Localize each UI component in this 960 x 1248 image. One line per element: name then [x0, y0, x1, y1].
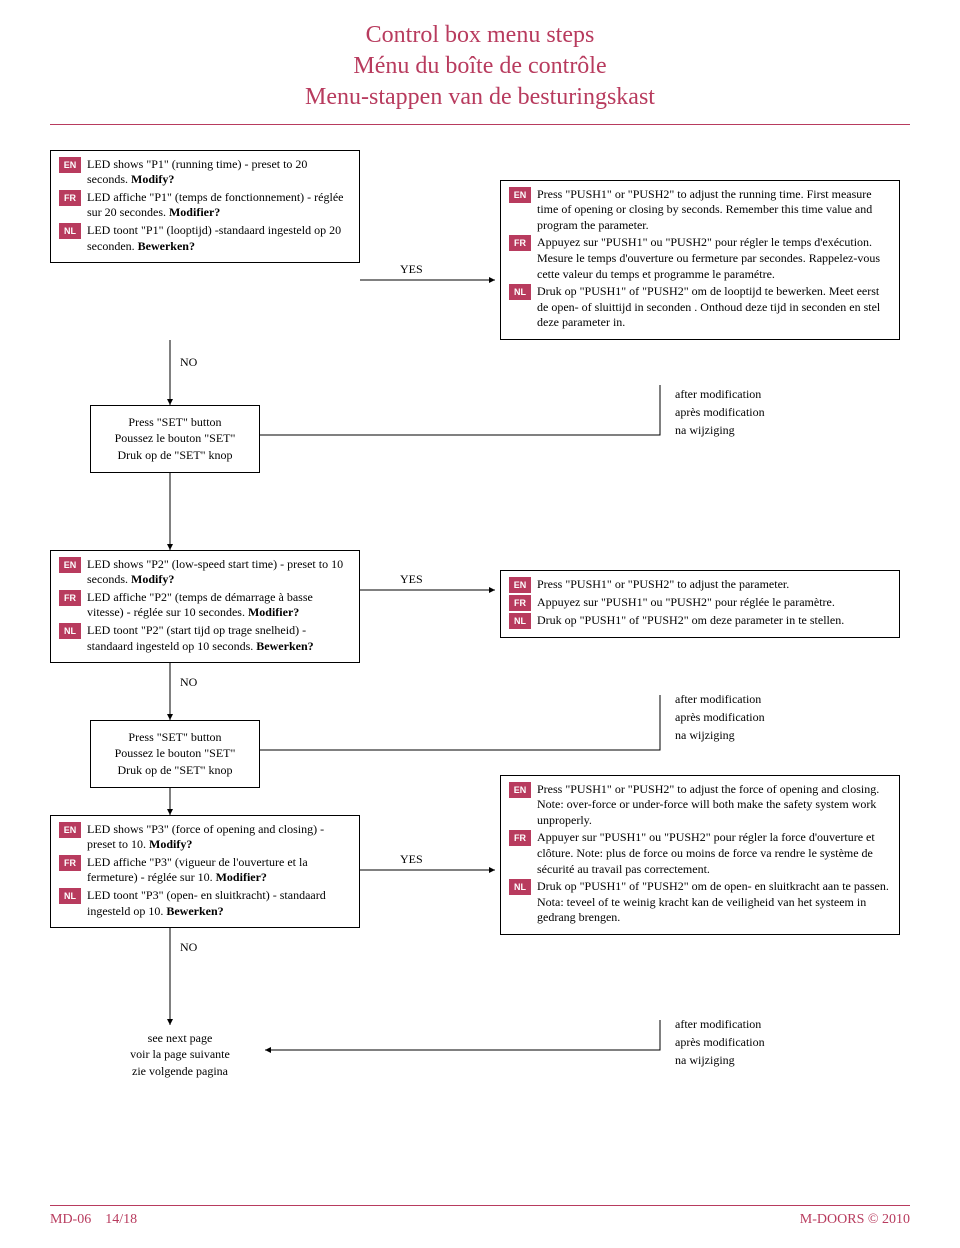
title-en: Control box menu steps	[50, 20, 910, 51]
lang-nl: NL	[59, 623, 81, 639]
lang-fr: FR	[59, 855, 81, 871]
lang-nl: NL	[509, 879, 531, 895]
lang-nl: NL	[509, 284, 531, 300]
after-mod-nl: na wijziging	[675, 726, 765, 744]
p1-answer-box: EN Press "PUSH1" or "PUSH2" to adjust the…	[500, 180, 900, 340]
after-mod-fr: après modification	[675, 403, 765, 421]
p1-q-nl: LED toont "P1" (looptijd) -standaard ing…	[87, 223, 351, 254]
lang-en: EN	[509, 782, 531, 798]
after-mod-2: after modification après modification na…	[675, 690, 765, 744]
lang-nl: NL	[509, 613, 531, 629]
step-press-set-2: Press "SET" button Poussez le bouton "SE…	[90, 405, 260, 473]
lang-fr: FR	[509, 235, 531, 251]
title-nl: Menu-stappen van de besturingskast	[50, 82, 910, 113]
p1-a-en: Press "PUSH1" or "PUSH2" to adjust the r…	[537, 187, 891, 234]
p1-a-nl: Druk op "PUSH1" of "PUSH2" om de looptij…	[537, 284, 891, 331]
p2-question-box: EN LED shows "P2" (low-speed start time) …	[50, 550, 360, 664]
set-nl: Druk op de "SET" knop	[105, 762, 245, 779]
set-fr: Poussez le bouton "SET"	[105, 745, 245, 762]
p3-q-fr: LED affiche "P3" (vigueur de l'ouverture…	[87, 855, 351, 886]
p2-q-nl: LED toont "P2" (start tijd op trage snel…	[87, 623, 351, 654]
step-press-set-3: Press "SET" button Poussez le bouton "SE…	[90, 720, 260, 788]
next-page-nl: zie volgende pagina	[110, 1063, 250, 1080]
p2-q-en: LED shows "P2" (low-speed start time) - …	[87, 557, 351, 588]
next-page-fr: voir la page suivante	[110, 1046, 250, 1063]
p2-a-nl: Druk op "PUSH1" of "PUSH2" om deze param…	[537, 613, 891, 629]
after-mod-fr: après modification	[675, 1033, 765, 1051]
after-mod-en: after modification	[675, 1015, 765, 1033]
after-mod-en: after modification	[675, 690, 765, 708]
lang-en: EN	[509, 577, 531, 593]
lang-en: EN	[509, 187, 531, 203]
p1-no-label: NO	[180, 355, 197, 370]
title-fr: Ménu du boîte de contrôle	[50, 51, 910, 82]
footer-left: MD-06 14/18	[50, 1212, 137, 1228]
p1-q-en: LED shows "P1" (running time) - preset t…	[87, 157, 351, 188]
lang-nl: NL	[59, 888, 81, 904]
page-footer: MD-06 14/18 M-DOORS © 2010	[50, 1205, 910, 1228]
p1-question-box: EN LED shows "P1" (running time) - preset…	[50, 150, 360, 264]
title-divider	[50, 124, 910, 125]
p2-yes-label: YES	[400, 572, 423, 587]
lang-fr: FR	[509, 830, 531, 846]
lang-fr: FR	[59, 190, 81, 206]
lang-fr: FR	[59, 590, 81, 606]
document-title: Control box menu steps Ménu du boîte de …	[50, 20, 910, 114]
p3-answer-box: EN Press "PUSH1" or "PUSH2" to adjust the…	[500, 775, 900, 935]
next-page-en: see next page	[110, 1030, 250, 1047]
lang-nl: NL	[59, 223, 81, 239]
after-mod-fr: après modification	[675, 708, 765, 726]
lang-en: EN	[59, 157, 81, 173]
after-mod-nl: na wijziging	[675, 1051, 765, 1069]
next-page-note: see next page voir la page suivante zie …	[110, 1030, 250, 1080]
p1-yes-label: YES	[400, 262, 423, 277]
lang-en: EN	[59, 822, 81, 838]
p2-no-label: NO	[180, 675, 197, 690]
lang-fr: FR	[509, 595, 531, 611]
p3-a-en: Press "PUSH1" or "PUSH2" to adjust the f…	[537, 782, 891, 829]
after-mod-3: after modification après modification na…	[675, 1015, 765, 1069]
p3-no-label: NO	[180, 940, 197, 955]
after-mod-en: after modification	[675, 385, 765, 403]
p2-answer-box: EN Press "PUSH1" or "PUSH2" to adjust the…	[500, 570, 900, 638]
p2-a-en: Press "PUSH1" or "PUSH2" to adjust the p…	[537, 577, 891, 593]
set-en: Press "SET" button	[105, 414, 245, 431]
footer-right: M-DOORS © 2010	[800, 1212, 910, 1228]
p3-a-fr: Appuyer sur "PUSH1" ou "PUSH2" pour régl…	[537, 830, 891, 877]
p1-q-fr: LED affiche "P1" (temps de fonctionnemen…	[87, 190, 351, 221]
p1-a-fr: Appuyez sur "PUSH1" ou "PUSH2" pour régl…	[537, 235, 891, 282]
flowchart: Press "SET" button Poussez le bouton "SE…	[50, 150, 910, 1170]
after-mod-nl: na wijziging	[675, 421, 765, 439]
set-nl: Druk op de "SET" knop	[105, 447, 245, 464]
p3-q-nl: LED toont "P3" (open- en sluitkracht) - …	[87, 888, 351, 919]
p3-a-nl: Druk op "PUSH1" of "PUSH2" om de open- e…	[537, 879, 891, 926]
p3-yes-label: YES	[400, 852, 423, 867]
set-en: Press "SET" button	[105, 729, 245, 746]
p3-q-en: LED shows "P3" (force of opening and clo…	[87, 822, 351, 853]
p3-question-box: EN LED shows "P3" (force of opening and c…	[50, 815, 360, 929]
lang-en: EN	[59, 557, 81, 573]
p2-q-fr: LED affiche "P2" (temps de démarrage à b…	[87, 590, 351, 621]
p2-a-fr: Appuyez sur "PUSH1" ou "PUSH2" pour régl…	[537, 595, 891, 611]
after-mod-1: after modification après modification na…	[675, 385, 765, 439]
set-fr: Poussez le bouton "SET"	[105, 430, 245, 447]
